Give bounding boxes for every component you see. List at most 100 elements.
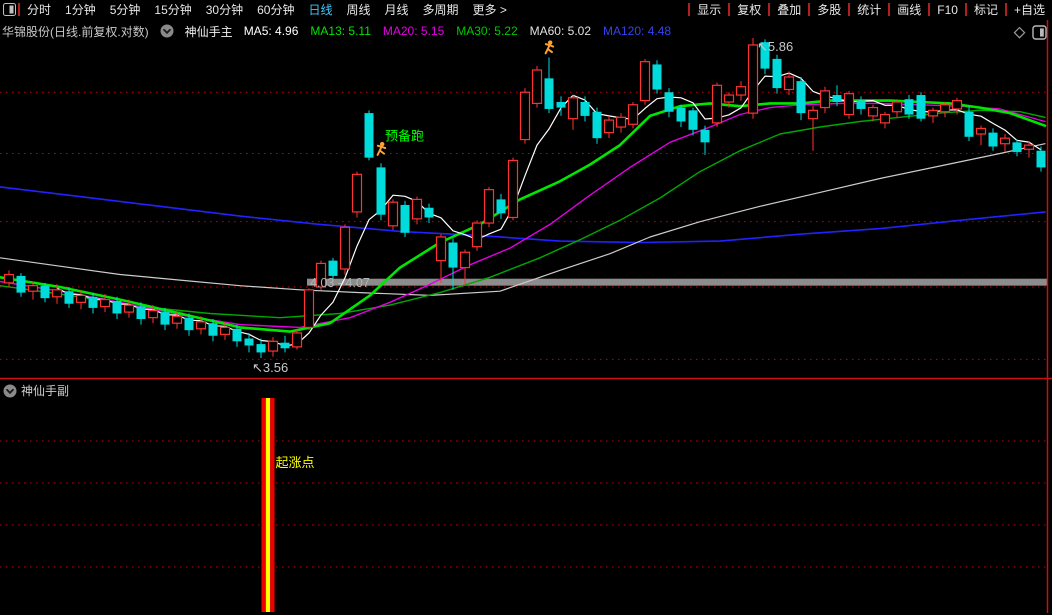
candle	[639, 58, 651, 105]
diamond-icon[interactable]	[1012, 25, 1027, 45]
sub-indicator-name[interactable]: 神仙手副	[21, 382, 69, 399]
period-tab-15分钟[interactable]: 15分钟	[147, 1, 198, 18]
candle	[904, 95, 914, 119]
menu-item-复权[interactable]: 复权	[730, 1, 768, 18]
candle	[627, 102, 639, 129]
sub-signal-label: 起涨点	[276, 455, 315, 470]
candle	[544, 57, 554, 114]
runner-icon	[544, 40, 555, 55]
chart-legend: 华锦股份(日线.前复权.对数) 神仙手主 MA5: 4.96 MA13: 5.11…	[2, 22, 682, 40]
menu-item-+自选[interactable]: +自选	[1007, 1, 1052, 18]
candle	[376, 163, 386, 221]
candle	[280, 335, 290, 353]
stock-title: 华锦股份(日线.前复权.对数)	[2, 24, 149, 39]
buy-signal-marker: 预备跑	[376, 128, 424, 156]
candle	[664, 88, 674, 118]
candle	[303, 288, 315, 331]
candle	[988, 128, 998, 151]
ma-line-MA120	[0, 186, 1046, 244]
sub-panel-header: 神仙手副	[3, 382, 69, 399]
indicator-dropdown-icon[interactable]	[160, 24, 174, 38]
menu-item-统计[interactable]: 统计	[850, 1, 888, 18]
menu-item-多股[interactable]: 多股	[810, 1, 848, 18]
gap-range-label: 4.03 - 4.07	[310, 276, 370, 290]
candle	[411, 196, 423, 225]
period-tab-周线[interactable]: 周线	[339, 1, 377, 18]
candle	[531, 65, 543, 108]
candle	[435, 234, 447, 283]
ma-legend: MA5: 4.96 MA13: 5.11 MA20: 5.15 MA30: 5.22 M…	[244, 24, 671, 38]
candle	[40, 282, 50, 303]
candle	[387, 199, 399, 230]
candle	[603, 115, 615, 139]
candle	[891, 99, 903, 118]
ma-legend-MA13: MA13: 5.11	[310, 24, 371, 38]
high-price-label: ↖5.86	[757, 39, 793, 54]
period-tab-分时[interactable]: 分时	[20, 1, 58, 18]
candle	[796, 76, 806, 121]
signal-bar: 起涨点	[261, 398, 315, 612]
candle	[3, 270, 15, 288]
candle	[267, 337, 279, 357]
candle	[339, 224, 351, 275]
period-tab-5分钟[interactable]: 5分钟	[103, 1, 148, 18]
candle	[939, 102, 951, 118]
candle	[819, 86, 831, 114]
ma-line-MA60	[0, 143, 1046, 296]
candle	[652, 60, 662, 94]
candle	[424, 203, 434, 224]
candle	[676, 104, 686, 128]
candle	[256, 338, 266, 358]
candle	[843, 90, 855, 119]
candle	[400, 200, 410, 237]
candle	[700, 125, 710, 155]
candle	[735, 81, 747, 101]
legend-corner-icons	[1012, 25, 1047, 45]
period-tab-更多 >[interactable]: 更多 >	[466, 1, 514, 18]
ma-legend-MA60: MA60: 5.02	[529, 24, 591, 38]
ma-legend-MA30: MA30: 5.22	[456, 24, 518, 38]
signal-label: 预备跑	[385, 128, 424, 143]
candle	[879, 111, 891, 129]
menu-item-画线[interactable]: 画线	[890, 1, 928, 18]
candle	[856, 96, 866, 115]
low-price-label: ↖3.56	[252, 360, 288, 375]
panel-maximize-icon[interactable]	[1032, 25, 1047, 45]
candle	[916, 92, 926, 122]
candle	[580, 96, 590, 122]
menu-item-标记[interactable]: 标记	[967, 1, 1005, 18]
period-tab-60分钟[interactable]: 60分钟	[250, 1, 301, 18]
menu-item-F10[interactable]: F10	[930, 3, 965, 17]
candle	[519, 88, 531, 144]
chart-canvas[interactable]: 预备跑 ↖5.86 ↖3.56 4.03 - 4.07 起涨点	[0, 0, 1052, 615]
candle	[496, 193, 506, 219]
candle	[867, 104, 879, 122]
candle	[688, 107, 698, 136]
menu-item-显示[interactable]: 显示	[690, 1, 728, 18]
window-layout-icon[interactable]	[0, 0, 18, 19]
main-indicator-name[interactable]: 神仙手主	[185, 23, 233, 40]
candle	[975, 125, 987, 146]
toolbar-right-group: 显示 复权 叠加 多股 统计 画线 F10 标记 +自选	[688, 0, 1052, 19]
toolbar-left-group: 分时 1分钟 5分钟 15分钟 30分钟 60分钟 日线 周线 月线 多周期 更多 >	[0, 0, 514, 19]
candle	[507, 157, 519, 221]
menu-item-叠加[interactable]: 叠加	[770, 1, 808, 18]
ma-legend-MA5: MA5: 4.96	[243, 24, 299, 38]
candle	[772, 54, 782, 94]
candle	[927, 107, 939, 123]
gap-zone-band	[307, 278, 1047, 286]
period-tab-月线[interactable]: 月线	[378, 1, 416, 18]
sub-indicator-dropdown-icon[interactable]	[3, 384, 17, 398]
candle	[615, 113, 627, 133]
candle	[471, 220, 483, 251]
ma-legend-MA120: MA120: 4.48	[603, 24, 672, 38]
period-tab-日线[interactable]: 日线	[301, 1, 339, 18]
candle	[351, 171, 363, 218]
period-tab-30分钟[interactable]: 30分钟	[199, 1, 250, 18]
candle	[592, 107, 602, 144]
period-tab-多周期[interactable]: 多周期	[416, 1, 466, 18]
ma-line-MA5	[56, 72, 1042, 347]
period-tab-1分钟[interactable]: 1分钟	[58, 1, 103, 18]
candle	[364, 110, 374, 161]
candle	[483, 186, 495, 228]
